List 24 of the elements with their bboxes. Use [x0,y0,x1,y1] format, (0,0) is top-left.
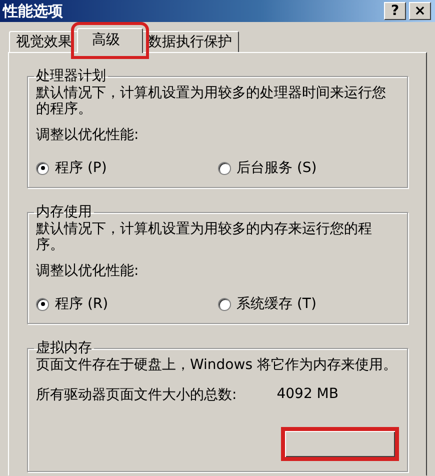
adjust-label: 调整以优化性能: [36,126,140,144]
group-description: 页面文件存在于硬盘上，Windows 将它作为内存来使用。 [36,357,398,373]
radio-option[interactable]: 系统缓存 (T) [218,295,399,313]
group-description: 默认情况下，计算机设置为用较多的处理器时间来运行您的程序。 [36,85,387,117]
group-title: 虚拟内存 [35,339,93,357]
group-title: 内存使用 [35,203,93,221]
total-label: 所有驱动器页面文件大小的总数: [36,386,237,404]
radio-label: 程序 (P) [55,159,107,177]
window-title: 性能选项 [3,2,63,20]
radio-option[interactable]: 程序 (R) [36,295,218,313]
group-description: 默认情况下，计算机设置为用较多的内存来运行您的程序。 [36,221,373,253]
radio-option[interactable]: 后台服务 (S) [218,159,399,177]
title-bar-button[interactable]: ? [384,2,406,20]
radio-label: 程序 (R) [55,295,108,313]
tab[interactable]: 视觉效果 [9,31,79,52]
total-value: 4092 MB [276,386,338,404]
title-bar-button[interactable]: × [409,2,431,20]
group-title: 处理器计划 [35,67,107,85]
radio-option[interactable]: 程序 (P) [36,159,218,177]
radio-label: 系统缓存 (T) [236,295,316,313]
adjust-label: 调整以优化性能: [36,262,140,280]
radio-label: 后台服务 (S) [236,159,317,177]
tab[interactable]: 数据执行保护 [141,31,239,52]
change-button[interactable] [281,427,399,461]
